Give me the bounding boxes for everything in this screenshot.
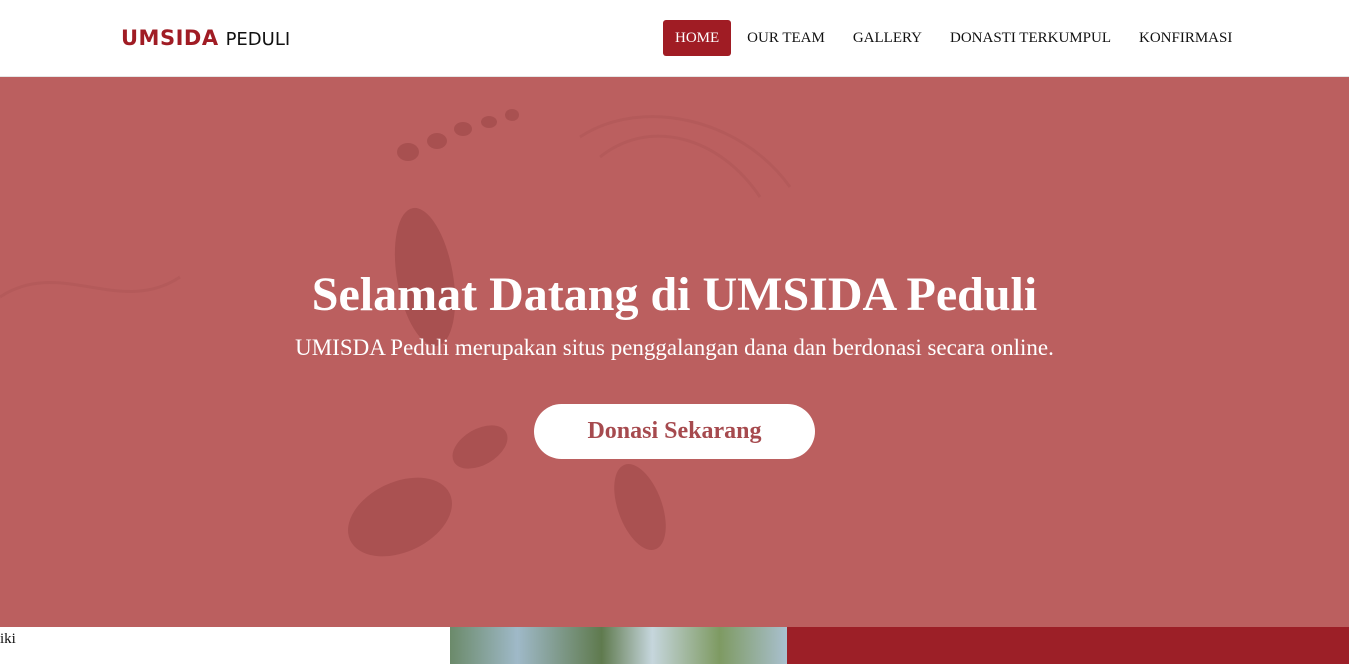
content-preview-strip: iki (0, 627, 1349, 664)
navbar: UMSIDA PEDULI HOME OUR TEAM GALLERY DONA… (0, 0, 1349, 77)
nav-home[interactable]: HOME (663, 20, 732, 56)
main-nav: HOME OUR TEAM GALLERY DONASTI TERKUMPUL … (663, 20, 1246, 56)
site-logo[interactable]: UMSIDA PEDULI (121, 26, 290, 52)
nav-donasti-terkumpul[interactable]: DONASTI TERKUMPUL (936, 20, 1125, 56)
nav-konfirmasi[interactable]: KONFIRMASI (1125, 20, 1246, 56)
logo-sub-text: PEDULI (225, 29, 291, 50)
red-panel (787, 627, 1349, 664)
hero-section: Selamat Datang di UMSIDA Peduli UMISDA P… (0, 77, 1349, 627)
hero-subtitle: UMISDA Peduli merupakan situs penggalang… (295, 335, 1054, 360)
trees-image (450, 627, 787, 664)
donate-now-button[interactable]: Donasi Sekarang (534, 404, 815, 459)
hero-title: Selamat Datang di UMSIDA Peduli (311, 268, 1038, 321)
nav-our-team[interactable]: OUR TEAM (733, 20, 839, 56)
partial-text: iki (0, 631, 16, 647)
logo-main-text: UMSIDA (121, 26, 219, 50)
nav-gallery[interactable]: GALLERY (839, 20, 936, 56)
